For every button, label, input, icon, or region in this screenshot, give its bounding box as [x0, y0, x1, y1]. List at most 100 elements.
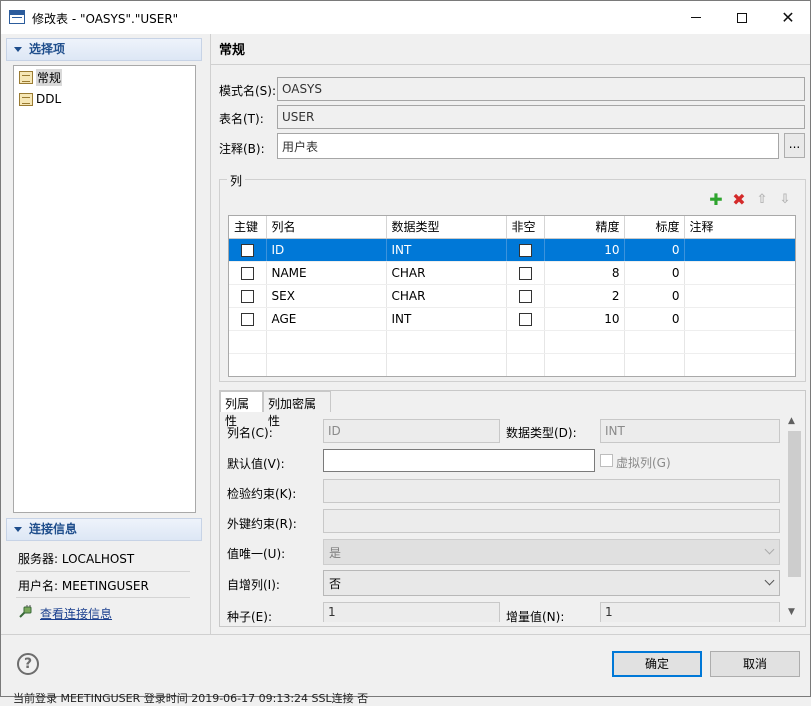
title-bar: 修改表 - "OASYS"."USER" ✕ [1, 1, 810, 34]
close-icon: ✕ [781, 8, 795, 27]
data-type-cell[interactable]: CHAR [386, 284, 507, 308]
scale-cell[interactable]: 0 [624, 238, 685, 262]
scale-cell[interactable]: 0 [624, 284, 685, 308]
comment-field[interactable]: 用户表 [277, 133, 779, 159]
maximize-button[interactable] [719, 1, 765, 34]
page-title: 常规 [219, 43, 246, 58]
status-bar-text: 当前登录 MEETINGUSER 登录时间 2019-06-17 09:13:2… [13, 692, 369, 705]
add-column-icon[interactable]: ✚ [707, 190, 725, 209]
scale-cell[interactable]: 0 [624, 307, 685, 331]
options-section-header[interactable]: 选择项 [6, 38, 202, 61]
move-down-icon[interactable]: ⇩ [776, 190, 794, 208]
comment-cell[interactable] [684, 238, 795, 262]
scroll-up-icon[interactable]: ▲ [788, 416, 795, 426]
table-row[interactable]: ID INT 10 0 [229, 238, 795, 262]
collapse-triangle-icon [14, 527, 22, 532]
primary-key-checkbox[interactable] [240, 243, 254, 257]
column-header-comment[interactable]: 注释 [684, 216, 795, 239]
increment-label: 增量值(N): [506, 610, 565, 624]
column-header-notnull[interactable]: 非空 [506, 216, 545, 239]
scrollbar-thumb[interactable] [788, 431, 801, 577]
primary-key-checkbox[interactable] [240, 289, 254, 303]
data-type-field: INT [600, 419, 780, 443]
data-type-label: 数据类型(D): [506, 426, 577, 440]
precision-cell[interactable]: 10 [544, 307, 625, 331]
scroll-down-icon[interactable]: ▼ [788, 607, 795, 617]
comment-more-button[interactable]: ... [784, 133, 805, 158]
tab-column-encryption[interactable]: 列加密属性 [263, 391, 331, 428]
table-row-empty [229, 353, 795, 376]
connection-section-header[interactable]: 连接信息 [6, 518, 202, 541]
divider [16, 597, 190, 598]
column-name-label: 列名(C): [227, 426, 273, 440]
not-null-checkbox[interactable] [518, 266, 532, 280]
precision-cell[interactable]: 10 [544, 238, 625, 262]
comment-cell[interactable] [684, 284, 795, 308]
data-type-cell[interactable]: INT [386, 307, 507, 331]
connection-plug-icon [19, 605, 32, 618]
seed-label: 种子(E): [227, 610, 272, 624]
column-name-field: ID [323, 419, 500, 443]
column-header-name[interactable]: 列名 [266, 216, 387, 239]
column-name-cell[interactable]: ID [266, 238, 387, 262]
precision-cell[interactable]: 2 [544, 284, 625, 308]
left-panel: 选择项 常规 DDL 连接信息 服务器: LOCALHOST 用户名: MEET… [6, 38, 202, 632]
data-type-cell[interactable]: CHAR [386, 261, 507, 285]
scale-cell[interactable]: 0 [624, 261, 685, 285]
tree-item-ddl[interactable]: DDL [19, 90, 61, 108]
check-constraint-label: 检验约束(K): [227, 487, 297, 501]
primary-key-checkbox[interactable] [240, 266, 254, 280]
delete-column-icon[interactable]: ✖ [730, 190, 748, 209]
foreign-key-field [323, 509, 780, 533]
column-header-pk[interactable]: 主键 [229, 216, 267, 239]
table-icon [19, 70, 33, 84]
cancel-button[interactable]: 取消 [710, 651, 800, 677]
comment-cell[interactable] [684, 261, 795, 285]
columns-group-label: 列 [227, 172, 246, 189]
column-header-type[interactable]: 数据类型 [386, 216, 507, 239]
table-icon [19, 92, 33, 106]
modify-table-dialog: 修改表 - "OASYS"."USER" ✕ 选择项 常规 DDL 连接信息 服… [0, 0, 811, 705]
default-value-label: 默认值(V): [227, 457, 285, 471]
tree-item-general[interactable]: 常规 [19, 68, 63, 86]
chevron-down-icon [764, 544, 775, 555]
column-name-cell[interactable]: NAME [266, 261, 387, 285]
comment-label: 注释(B): [219, 142, 265, 156]
seed-field: 1 [323, 602, 500, 622]
table-name-label: 表名(T): [219, 112, 264, 126]
not-null-checkbox[interactable] [518, 312, 532, 326]
table-row-empty [229, 330, 795, 354]
tab-column-properties[interactable]: 列属性 [220, 391, 263, 428]
column-name-cell[interactable]: SEX [266, 284, 387, 308]
comment-cell[interactable] [684, 307, 795, 331]
help-icon[interactable]: ? [17, 653, 39, 675]
data-type-cell[interactable]: INT [386, 238, 507, 262]
column-name-cell[interactable]: AGE [266, 307, 387, 331]
column-header-scale[interactable]: 标度 [624, 216, 685, 239]
divider [16, 571, 190, 572]
primary-key-checkbox[interactable] [240, 312, 254, 326]
virtual-column-checkbox[interactable] [600, 454, 613, 467]
chevron-down-icon [764, 575, 775, 586]
not-null-checkbox[interactable] [518, 243, 532, 257]
table-row[interactable]: NAME CHAR 8 0 [229, 261, 795, 285]
table-row[interactable]: AGE INT 10 0 [229, 307, 795, 331]
close-button[interactable]: ✕ [765, 1, 811, 34]
increment-field: 1 [600, 602, 780, 622]
table-name-field: USER [277, 105, 805, 129]
divider [211, 64, 810, 65]
not-null-checkbox[interactable] [518, 289, 532, 303]
divider [1, 634, 810, 635]
table-row[interactable]: SEX CHAR 2 0 [229, 284, 795, 308]
ok-button[interactable]: 确定 [612, 651, 702, 677]
user-info: 用户名: MEETINGUSER [18, 579, 149, 593]
move-up-icon[interactable]: ⇧ [753, 190, 771, 208]
identity-select[interactable]: 否 [323, 570, 780, 596]
column-header-precision[interactable]: 精度 [544, 216, 625, 239]
default-value-input[interactable] [323, 449, 595, 472]
precision-cell[interactable]: 8 [544, 261, 625, 285]
view-connection-link[interactable]: 查看连接信息 [40, 605, 212, 622]
schema-label: 模式名(S): [219, 84, 277, 98]
minimize-button[interactable] [673, 1, 719, 34]
foreign-key-label: 外键约束(R): [227, 517, 297, 531]
